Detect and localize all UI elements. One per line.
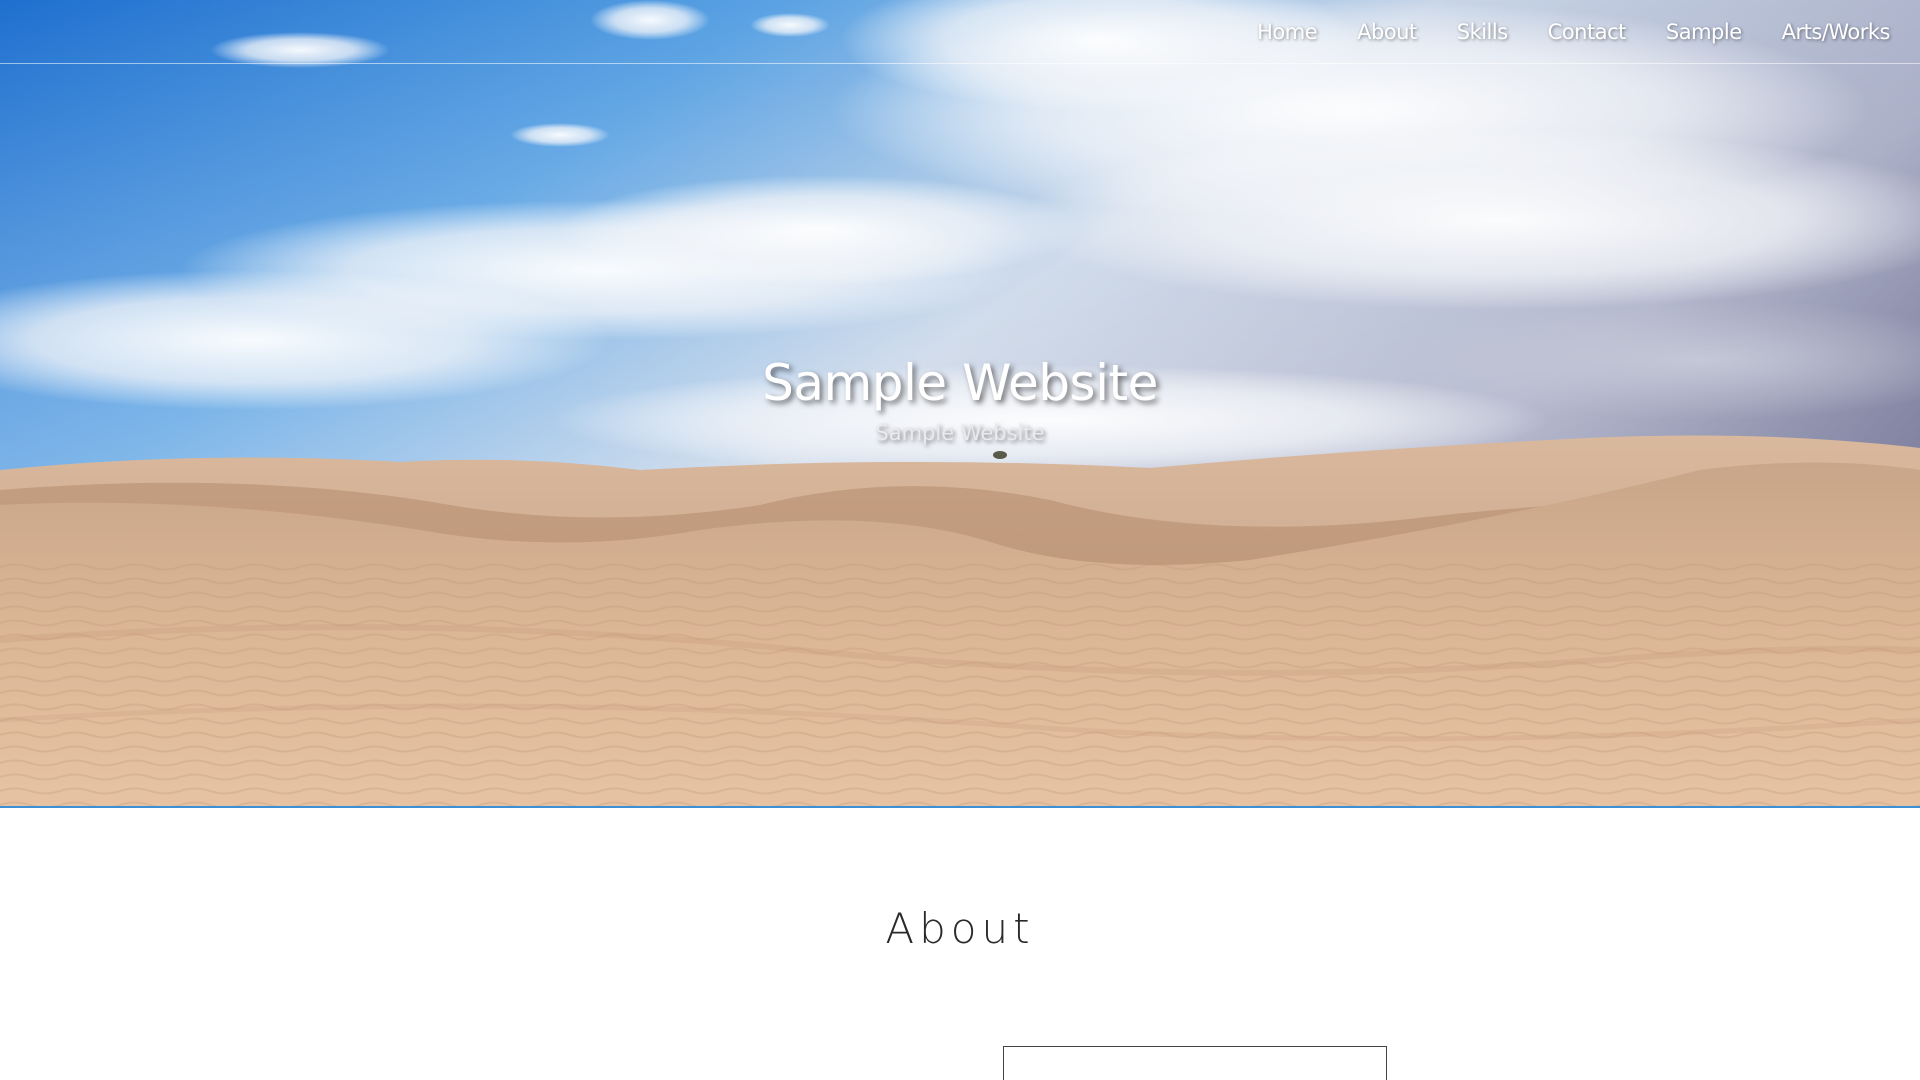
about-section: About xyxy=(0,808,1920,1080)
nav-menu: Home About Skills Contact Sample Arts/Wo… xyxy=(1257,0,1890,64)
about-heading: About xyxy=(885,904,1035,953)
nav-link-skills[interactable]: Skills xyxy=(1457,20,1508,44)
hero-text: Sample Website Sample Website xyxy=(0,350,1920,448)
nav-link-arts-works[interactable]: Arts/Works xyxy=(1782,20,1891,44)
hero-section: Home About Skills Contact Sample Arts/Wo… xyxy=(0,0,1920,808)
nav-link-about[interactable]: About xyxy=(1357,20,1417,44)
about-image-frame xyxy=(1003,1046,1387,1080)
hero-subtitle: Sample Website xyxy=(875,421,1045,445)
hero-title: Sample Website xyxy=(762,354,1158,412)
nav-link-home[interactable]: Home xyxy=(1257,20,1318,44)
nav-link-contact[interactable]: Contact xyxy=(1548,20,1627,44)
top-navbar: Home About Skills Contact Sample Arts/Wo… xyxy=(0,0,1920,64)
nav-link-sample[interactable]: Sample xyxy=(1666,20,1742,44)
page: Home About Skills Contact Sample Arts/Wo… xyxy=(0,0,1920,1080)
